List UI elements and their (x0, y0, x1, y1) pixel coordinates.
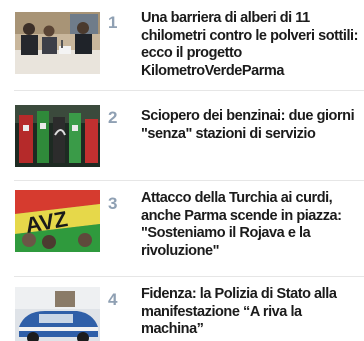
article-rank-4: 4 (108, 290, 118, 309)
article-item-4[interactable]: 4 Fidenza: la Polizia di Stato alla mani… (0, 282, 364, 341)
article-rank-2: 2 (108, 108, 118, 127)
article-title-3[interactable]: Attacco della Turchia ai curdi, anche Pa… (141, 190, 361, 260)
article-rank-3: 3 (108, 194, 118, 213)
divider (14, 90, 364, 91)
article-title-1[interactable]: Una barriera di alberi di 11 chilometri … (141, 10, 361, 80)
divider (14, 276, 364, 277)
article-thumbnail-2[interactable] (15, 105, 100, 167)
article-item-1[interactable]: 1 Una barriera di alberi di 11 chilometr… (0, 8, 364, 80)
article-title-2[interactable]: Sciopero dei benzinai: due giorni "senza… (141, 108, 361, 143)
article-thumbnail-4[interactable] (15, 287, 100, 341)
article-item-2[interactable]: 2 Sciopero dei benzinai: due giorni "sen… (0, 100, 364, 172)
article-title-4[interactable]: Fidenza: la Polizia di Stato alla manife… (141, 286, 361, 339)
divider (14, 180, 364, 181)
article-thumbnail-1[interactable] (15, 12, 100, 74)
article-item-3[interactable]: AVZ 3 Attacco della Turchia ai curdi, an… (0, 186, 364, 266)
most-read-list: 1 Una barriera di alberi di 11 chilometr… (0, 0, 364, 341)
article-rank-1: 1 (108, 13, 118, 32)
article-thumbnail-3[interactable]: AVZ (15, 190, 100, 252)
